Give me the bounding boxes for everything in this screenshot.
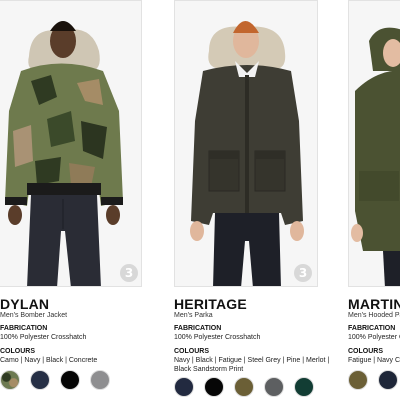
swatch-navy[interactable] [378,370,398,390]
fabrication-label: FABRICATION [0,325,48,332]
product-type: Men's Bomber Jacket [0,312,68,319]
colours-label: COLOURS [0,348,35,355]
swatch-camo[interactable] [0,370,20,390]
swatch-pine[interactable] [294,377,314,397]
parka-image [190,21,304,286]
hooded-parka-image [351,27,400,286]
product-name[interactable]: MARTIN [348,296,400,312]
product-name[interactable]: HERITAGE [174,296,247,312]
three-sixty-view-icon[interactable]: 3 [294,264,312,282]
product-card-heritage[interactable]: 3 HERITAGE Men's Parka FABRICATION 100% … [174,0,329,400]
fabrication-value: 100% Polyester C [348,334,400,341]
swatch-navy[interactable] [30,370,50,390]
swatch-black[interactable] [204,377,224,397]
product-name[interactable]: DYLAN [0,296,49,312]
fabrication-label: FABRICATION [348,325,396,332]
colours-value: Navy | Black | Fatigue | Steel Grey | Pi… [174,357,330,364]
swatch-navy[interactable] [174,377,194,397]
colours-value-line2: Black Sandstorm Print [174,366,244,373]
fabrication-value: 100% Polyester Crosshatch [0,334,87,341]
colours-label: COLOURS [174,348,209,355]
product-card-dylan[interactable]: 3 DYLAN Men's Bomber Jacket FABRICATION … [0,0,142,400]
three-sixty-view-icon[interactable]: 3 [120,264,138,282]
swatch-fatigue[interactable] [348,370,368,390]
product-card-martin[interactable]: MARTIN Men's Hooded Par FABRICATION 100%… [348,0,400,400]
swatch-fatigue[interactable] [234,377,254,397]
fabrication-label: FABRICATION [174,325,222,332]
swatch-concrete[interactable] [90,370,110,390]
product-carousel: 3 DYLAN Men's Bomber Jacket FABRICATION … [0,0,400,400]
product-photo[interactable] [348,0,400,287]
product-photo[interactable] [174,0,318,287]
colours-label: COLOURS [348,348,383,355]
product-type: Men's Hooded Par [348,312,400,319]
swatch-steel-grey[interactable] [264,377,284,397]
colours-value: Camo | Navy | Black | Concrete [0,357,98,364]
fabrication-value: 100% Polyester Crosshatch [174,334,261,341]
colours-value: Fatigue | Navy Car [348,357,400,364]
swatch-black[interactable] [60,370,80,390]
product-photo[interactable] [0,0,142,287]
product-type: Men's Parka [174,312,213,319]
bomber-jacket-image [5,21,123,286]
